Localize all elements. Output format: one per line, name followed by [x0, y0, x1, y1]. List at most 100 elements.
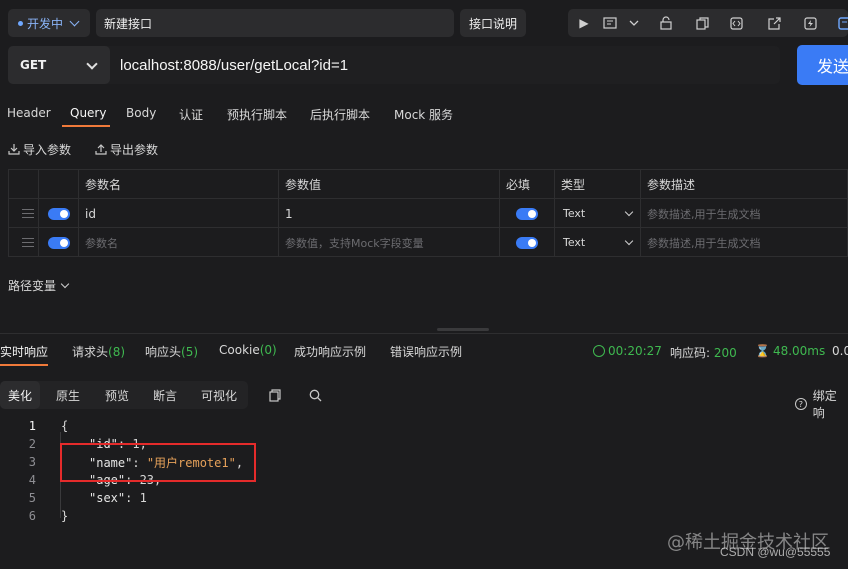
- method-select[interactable]: GET: [8, 46, 110, 84]
- bolt-icon[interactable]: [802, 15, 818, 31]
- resize-handle[interactable]: [437, 328, 489, 331]
- share-icon[interactable]: [766, 15, 782, 31]
- table-row: 参数名 参数值，支持Mock字段变量 Text 参数描述,用于生成文档: [9, 228, 848, 257]
- enable-toggle[interactable]: [48, 207, 70, 220]
- enable-toggle[interactable]: [48, 236, 70, 249]
- drag-handle-icon[interactable]: [9, 228, 39, 257]
- param-actions: 导入参数 导出参数: [8, 141, 158, 157]
- duration: ⌛ 48.00ms: [755, 344, 825, 358]
- header-required: 必填: [500, 170, 555, 199]
- status-label: 响应码:: [670, 346, 711, 360]
- code-text: }: [61, 509, 69, 523]
- chevron-down-icon: [86, 58, 98, 70]
- tab-success-example[interactable]: 成功响应示例: [294, 343, 366, 360]
- import-params-label: 导入参数: [23, 142, 72, 157]
- header-description: 参数描述: [647, 178, 696, 192]
- tab-mock[interactable]: Mock 服务: [394, 106, 453, 123]
- type-label: Text: [563, 207, 586, 220]
- required-toggle[interactable]: [516, 236, 538, 249]
- table-row: id 1 Text 参数描述,用于生成文档: [9, 199, 848, 228]
- tab-request-headers-label: 请求头: [72, 345, 109, 359]
- hourglass-icon: ⌛: [755, 344, 770, 358]
- param-value-input[interactable]: 参数值，支持Mock字段变量: [279, 228, 500, 257]
- param-description-input[interactable]: 参数描述,用于生成文档: [641, 228, 848, 257]
- tab-auth[interactable]: 认证: [179, 106, 203, 123]
- tab-realtime-response[interactable]: 实时响应: [0, 343, 48, 360]
- duration-value: 48.00ms: [772, 344, 826, 358]
- chevron-down-icon: [69, 16, 80, 27]
- chevron-down-icon[interactable]: [626, 15, 642, 31]
- view-raw-button[interactable]: 原生: [48, 381, 88, 409]
- view-preview-button[interactable]: 预览: [96, 381, 138, 409]
- tab-header[interactable]: Header: [7, 106, 51, 120]
- download-icon: [8, 144, 20, 155]
- api-doc-button[interactable]: 接口说明: [460, 9, 526, 37]
- code-text: {: [61, 419, 69, 433]
- header-param-value: 参数值: [279, 170, 500, 199]
- param-value-input[interactable]: 1: [279, 199, 500, 228]
- tab-error-example[interactable]: 错误响应示例: [390, 343, 462, 360]
- send-button[interactable]: 发送: [797, 45, 848, 85]
- line-number: 3: [28, 455, 36, 469]
- active-response-tab-indicator: [0, 364, 48, 366]
- header-type: 类型: [555, 170, 641, 199]
- line-number: 1: [28, 419, 36, 433]
- toolbar: ▶: [568, 9, 848, 37]
- path-variables-toggle[interactable]: 路径变量: [8, 277, 70, 294]
- view-visualize-button[interactable]: 可视化: [192, 381, 246, 409]
- required-toggle[interactable]: [516, 207, 538, 220]
- copy-icon[interactable]: [694, 15, 710, 31]
- param-name-input[interactable]: id: [79, 199, 279, 228]
- drag-handle-icon[interactable]: [9, 199, 39, 228]
- line-number: 5: [28, 491, 36, 505]
- request-headers-count: (8): [108, 345, 126, 359]
- upload-icon: [95, 144, 107, 155]
- export-params-button[interactable]: 导出参数: [95, 141, 158, 157]
- tab-body[interactable]: Body: [126, 106, 156, 120]
- tab-post-script[interactable]: 后执行脚本: [310, 106, 370, 123]
- cookie-count: (0): [259, 343, 277, 357]
- code-icon[interactable]: [728, 15, 744, 31]
- env-status-dot: [18, 20, 23, 26]
- console-icon[interactable]: [602, 15, 618, 31]
- url-input[interactable]: localhost:8088/user/getLocal?id=1: [120, 46, 348, 84]
- environment-label: 开发中: [27, 16, 64, 31]
- tab-request-headers[interactable]: 请求头(8): [72, 343, 125, 360]
- chevron-down-icon: [624, 236, 634, 246]
- json-key: "sex": [89, 491, 126, 505]
- json-sep: :: [125, 491, 140, 505]
- annotation-highlight-box: [60, 443, 256, 482]
- lock-icon[interactable]: [658, 15, 674, 31]
- line-number: 4: [28, 473, 36, 487]
- required-toggle-cell: [500, 228, 555, 257]
- status-code: 响应码: 200: [670, 344, 737, 361]
- param-name-input[interactable]: 参数名: [79, 228, 279, 257]
- line-number: 2: [28, 437, 36, 451]
- top-bar: 开发中 新建接口 接口说明 ▶: [0, 0, 848, 46]
- param-description-input[interactable]: 参数描述,用于生成文档: [641, 199, 848, 228]
- header-drag-cell: [9, 170, 39, 199]
- view-beautify-button[interactable]: 美化: [0, 381, 40, 409]
- type-select[interactable]: Text: [555, 199, 641, 228]
- search-icon[interactable]: [307, 387, 323, 403]
- save-icon[interactable]: [836, 15, 848, 31]
- environment-selector[interactable]: 开发中: [8, 9, 90, 37]
- tab-response-headers[interactable]: 响应头(5): [145, 343, 198, 360]
- copy-icon[interactable]: [267, 387, 283, 403]
- json-number: 1: [139, 491, 147, 505]
- response-headers-count: (5): [181, 345, 199, 359]
- tab-query[interactable]: Query: [70, 106, 106, 120]
- export-params-label: 导出参数: [110, 142, 159, 157]
- api-name-input[interactable]: 新建接口: [96, 9, 454, 37]
- tab-response-headers-label: 响应头: [145, 345, 182, 359]
- view-assert-button[interactable]: 断言: [144, 381, 186, 409]
- import-params-button[interactable]: 导入参数: [8, 141, 71, 157]
- type-label: Text: [563, 236, 586, 249]
- tab-pre-script[interactable]: 预执行脚本: [227, 106, 287, 123]
- play-icon[interactable]: ▶: [576, 15, 592, 31]
- tab-cookie[interactable]: Cookie(0): [219, 343, 277, 357]
- line-number: 6: [28, 509, 36, 523]
- type-select[interactable]: Text: [555, 228, 641, 257]
- clock-icon: [593, 345, 605, 357]
- enable-toggle-cell: [39, 228, 79, 257]
